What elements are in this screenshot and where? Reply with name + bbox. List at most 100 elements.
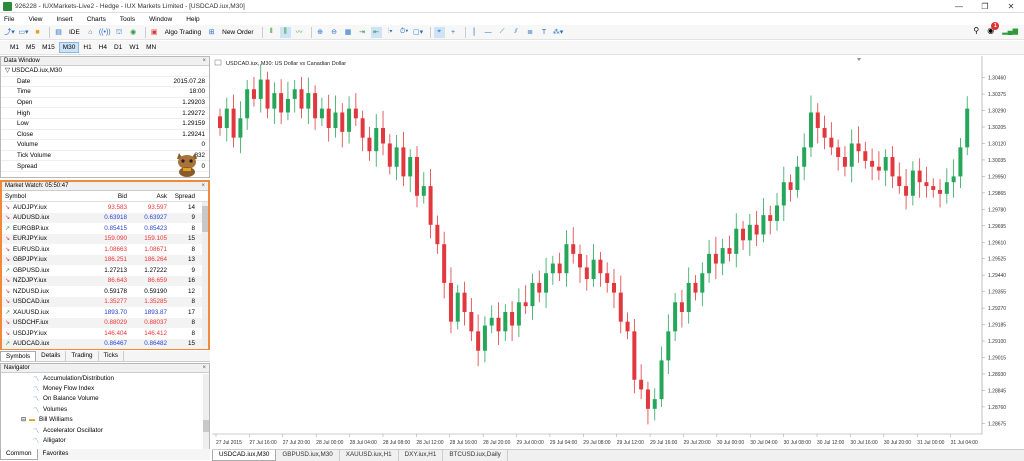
navigator-item[interactable]: ⊟ ▬ Bill Williams: [1, 415, 209, 425]
chart-shift-icon[interactable]: ⇤: [370, 26, 382, 38]
symbol-cell[interactable]: ↘ USDCHF.iux: [2, 319, 87, 326]
save-icon[interactable]: ■: [32, 27, 43, 38]
trendline-icon[interactable]: ⟋: [497, 27, 508, 38]
new-chart-icon[interactable]: ⤴▾: [4, 27, 15, 38]
new-order-button[interactable]: New Order: [220, 27, 255, 38]
symbol-cell[interactable]: ↘ EURUSD.iux: [2, 246, 87, 253]
signals-icon[interactable]: ((•)): [99, 27, 111, 38]
bar-chart-icon[interactable]: ⫴: [266, 27, 277, 38]
vertical-line-icon[interactable]: ⎮: [469, 27, 480, 38]
navigator-item[interactable]: 〽 Alligator: [1, 435, 209, 445]
line-chart-icon[interactable]: 〰: [294, 27, 305, 38]
market-watch-row[interactable]: ↘ USDJPY.iux 146.404 146.412 8: [2, 328, 208, 339]
navigator-item[interactable]: 〽 On Balance Volume: [1, 394, 209, 404]
market-watch-row[interactable]: ↗ AUDCAD.iux 0.86467 0.86482 15: [2, 338, 208, 349]
market-watch-row[interactable]: ↘ AUDJPY.iux 93.583 93.597 14: [2, 202, 208, 213]
symbol-cell[interactable]: ↗ EURGBP.iux: [2, 225, 87, 232]
cursor-icon[interactable]: ⌖: [433, 26, 445, 38]
tab-favorites[interactable]: Favorites: [38, 449, 74, 460]
market-watch-row[interactable]: ↘ NZDUSD.iux 0.59178 0.59190 12: [2, 286, 208, 297]
market-watch-row[interactable]: ↘ AUDUSD.iux 0.63918 0.63927 9: [2, 212, 208, 223]
tab-trading[interactable]: Trading: [66, 351, 99, 361]
zoom-out-icon[interactable]: ⊖: [329, 27, 340, 38]
market-watch-row[interactable]: ↘ USDCHF.iux 0.88029 0.88037 8: [2, 317, 208, 328]
minimize-button[interactable]: —: [946, 0, 972, 13]
algo-trading-button[interactable]: Algo Trading: [163, 27, 204, 38]
symbol-cell[interactable]: ↘ GBPJPY.iux: [2, 256, 87, 263]
zoom-in-icon[interactable]: ⊕: [315, 27, 326, 38]
signal-strength-icon[interactable]: ▂▄▆: [1002, 27, 1018, 35]
chart-tab[interactable]: USDCAD.iux,M30: [212, 450, 277, 461]
menu-insert[interactable]: Insert: [49, 16, 79, 23]
menu-tools[interactable]: Tools: [113, 16, 142, 23]
timeframe-m5[interactable]: M5: [23, 43, 38, 52]
timeframe-mn[interactable]: MN: [143, 43, 159, 52]
col-bid[interactable]: Bid: [87, 193, 127, 200]
notification-icon[interactable]: ◉ 1: [987, 22, 1000, 35]
chart-tab[interactable]: DXY.iux,H1: [399, 450, 444, 461]
close-icon[interactable]: ×: [202, 364, 206, 373]
candlestick-icon[interactable]: ⫼: [279, 26, 291, 38]
menu-view[interactable]: View: [21, 16, 49, 23]
chart-tab[interactable]: GBPUSD.iux,M30: [276, 450, 340, 461]
profiles-icon[interactable]: ▭▾: [18, 27, 29, 38]
horizontal-line-icon[interactable]: —: [483, 27, 494, 38]
symbol-cell[interactable]: ↘ AUDJPY.iux: [2, 204, 87, 211]
market-watch-row[interactable]: ↗ EURGBP.iux 0.85415 0.85423 8: [2, 223, 208, 234]
market-watch-row[interactable]: ↗ GBPUSD.iux 1.27213 1.27222 9: [2, 265, 208, 276]
restore-button[interactable]: ❐: [972, 0, 998, 13]
timeframe-m1[interactable]: M1: [7, 43, 22, 52]
shapes-icon[interactable]: ⁂▾: [553, 27, 564, 38]
navigator-item[interactable]: 〽 Accumulation/Distribution: [1, 373, 209, 383]
navigator-icon[interactable]: ⌂: [85, 27, 96, 38]
text-icon[interactable]: T: [539, 27, 550, 38]
timeframe-m30[interactable]: M30: [58, 42, 80, 53]
symbol-cell[interactable]: ↗ XAUUSD.iux: [2, 309, 87, 316]
symbol-cell[interactable]: ↗ GBPUSD.iux: [2, 267, 87, 274]
menu-help[interactable]: Help: [179, 16, 206, 23]
symbol-cell[interactable]: ↘ USDCAD.iux: [2, 298, 87, 305]
indicators-icon[interactable]: ⫶▾: [385, 27, 396, 38]
tile-windows-icon[interactable]: ▦: [343, 27, 354, 38]
chart-tab[interactable]: XAUUSD.iux,H1: [340, 450, 399, 461]
menu-file[interactable]: File: [0, 16, 21, 23]
navigator-item[interactable]: 〽 Money Flow Index: [1, 383, 209, 393]
tab-ticks[interactable]: Ticks: [99, 351, 124, 361]
market-watch-row[interactable]: ↘ USDCAD.iux 1.35277 1.35285 8: [2, 296, 208, 307]
close-button[interactable]: ✕: [998, 0, 1024, 13]
market-watch-row[interactable]: ↘ EURJPY.iux 159.090 159.105 15: [2, 233, 208, 244]
market-watch-row[interactable]: ↗ XAUUSD.iux 1893.70 1893.87 17: [2, 307, 208, 318]
crosshair-icon[interactable]: +: [448, 27, 459, 38]
new-order-icon[interactable]: ⊞: [206, 27, 217, 38]
symbol-cell[interactable]: ↘ USDJPY.iux: [2, 330, 87, 337]
col-spread[interactable]: Spread: [167, 193, 195, 200]
algo-trading-icon[interactable]: ▣: [149, 27, 160, 38]
timeframe-w1[interactable]: W1: [126, 43, 142, 52]
candlestick-chart[interactable]: USDCAD.iux, M30: US Dollar vs Canadian D…: [212, 56, 1024, 449]
periodicity-icon[interactable]: ⏱▾: [399, 27, 410, 38]
market-watch-row[interactable]: ↘ GBPJPY.iux 186.251 186.264 13: [2, 254, 208, 265]
col-ask[interactable]: Ask: [127, 193, 168, 200]
timeframe-h1[interactable]: H1: [80, 43, 94, 52]
col-symbol[interactable]: Symbol: [2, 193, 87, 200]
chart-tab[interactable]: BTCUSD.iux,Daily: [443, 450, 508, 461]
search-icon[interactable]: ⚲: [973, 26, 979, 35]
templates-icon[interactable]: ▢▾: [413, 27, 424, 38]
ide-button[interactable]: IDE: [67, 27, 82, 38]
tab-symbols[interactable]: Symbols: [0, 351, 37, 361]
navigator-item[interactable]: 〽 Volumes: [1, 404, 209, 414]
symbol-cell[interactable]: ↘ AUDUSD.iux: [2, 214, 87, 221]
symbol-cell[interactable]: ↗ AUDCAD.iux: [2, 340, 87, 347]
navigator-item[interactable]: 〽 Accelerator Oscillator: [1, 425, 209, 435]
navigator-scrollbar[interactable]: [203, 374, 209, 449]
market-watch-scrollbar[interactable]: [202, 202, 208, 346]
symbol-cell[interactable]: ↘ NZDJPY.iux: [2, 277, 87, 284]
menu-charts[interactable]: Charts: [80, 16, 113, 23]
fibonacci-icon[interactable]: ≣: [525, 27, 536, 38]
close-icon[interactable]: ×: [201, 182, 205, 191]
scroll-end-icon[interactable]: ⇥: [357, 27, 368, 38]
chart-area[interactable]: USDCAD.iux, M30: US Dollar vs Canadian D…: [212, 56, 1024, 449]
channel-icon[interactable]: ⫽: [511, 27, 522, 38]
timeframe-m15[interactable]: M15: [39, 43, 58, 52]
close-icon[interactable]: ×: [202, 57, 206, 66]
